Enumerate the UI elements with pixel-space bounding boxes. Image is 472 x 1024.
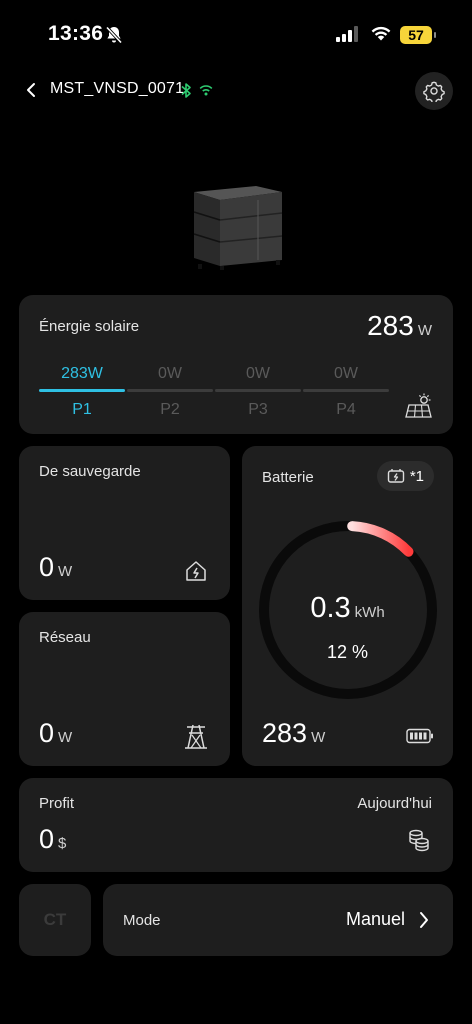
mode-title: Mode	[123, 912, 161, 929]
chevron-right-icon	[420, 912, 428, 928]
solar-title: Énergie solaire	[39, 318, 140, 335]
battery-percent: 12 %	[326, 642, 369, 662]
battery-card[interactable]: Batterie *1 0.3 kWh 12 % 283 W	[242, 446, 453, 766]
coins-icon	[409, 829, 429, 852]
silent-bell-icon	[105, 26, 123, 44]
solar-card[interactable]: Énergie solaire 283 W 283W P1 0W P2 0W P3…	[19, 295, 453, 434]
status-bar: 13:36 57	[0, 0, 472, 70]
status-battery-icon: 57	[400, 26, 436, 44]
mode-row[interactable]: Mode Manuel	[103, 884, 453, 956]
wifi-connected-icon	[199, 85, 213, 96]
pv-input-p2[interactable]: 0W P2	[127, 365, 213, 419]
battery-icon	[406, 728, 433, 744]
pv-input-p1[interactable]: 283W P1	[39, 365, 125, 419]
ct-button[interactable]: CT	[19, 884, 91, 956]
profit-value: 0 $	[39, 824, 67, 854]
battery-pack-icon	[387, 469, 405, 483]
grid-value: 0W	[39, 718, 73, 748]
battery-level-arc	[347, 521, 414, 557]
settings-button[interactable]	[415, 72, 453, 110]
battery-title: Batterie	[262, 469, 314, 486]
battery-pack-badge[interactable]: *1	[376, 461, 434, 491]
backup-card[interactable]: De sauvegarde 0W	[19, 446, 230, 600]
profit-period[interactable]: Aujourd'hui	[357, 795, 432, 812]
profit-title: Profit	[39, 795, 75, 812]
battery-energy: 0.3 kWh	[310, 592, 385, 624]
profit-card[interactable]: Profit Aujourd'hui 0 $	[19, 778, 453, 872]
status-time: 13:36	[48, 22, 104, 45]
bluetooth-icon	[181, 83, 191, 98]
device-name: MST_VNSD_0071	[50, 80, 185, 97]
gear-icon	[423, 81, 445, 102]
grid-title: Réseau	[39, 629, 91, 646]
solar-panel-icon	[405, 393, 432, 418]
backup-title: De sauvegarde	[39, 463, 141, 480]
pv-input-p3[interactable]: 0W P3	[215, 365, 301, 419]
wifi-icon	[371, 26, 391, 41]
battery-power: 283 W	[262, 718, 326, 748]
home-power-icon	[186, 561, 206, 581]
mode-value: Manuel	[345, 909, 405, 929]
grid-card[interactable]: Réseau 0W	[19, 612, 230, 766]
pv-input-p4[interactable]: 0W P4	[303, 365, 389, 419]
cell-signal-icon	[336, 26, 358, 42]
device-image	[193, 186, 283, 270]
backup-value: 0W	[39, 552, 73, 582]
solar-value: 283 W	[367, 310, 432, 341]
back-chevron-icon[interactable]	[24, 80, 40, 100]
power-tower-icon	[185, 724, 207, 749]
header: MST_VNSD_0071	[0, 70, 472, 114]
